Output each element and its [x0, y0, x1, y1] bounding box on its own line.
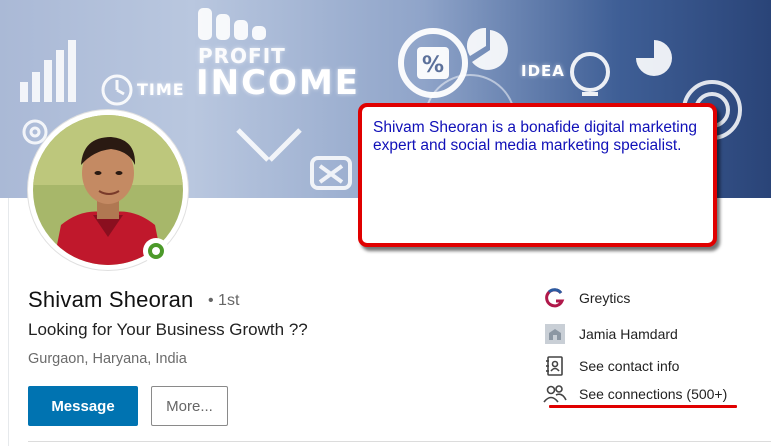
sidebar-item-label: See contact info [579, 358, 680, 374]
banner-word-income: INCOME [196, 63, 361, 103]
wrench-icon [236, 128, 302, 162]
message-button[interactable]: Message [28, 386, 138, 426]
sidebar-item-connections[interactable]: See connections (500+) [543, 382, 727, 406]
bar-chart-icon [20, 40, 76, 102]
greytics-logo-icon [543, 286, 567, 310]
profile-name: Shivam Sheoran [28, 287, 194, 312]
banner-word-time: TIME [137, 80, 185, 99]
online-status-indicator [143, 238, 169, 264]
sidebar-item-label: See connections (500+) [579, 386, 728, 402]
percent-symbol: % [422, 53, 444, 78]
section-divider [28, 441, 771, 442]
more-button[interactable]: More... [151, 386, 228, 426]
sidebar-item-company[interactable]: Greytics [543, 286, 630, 310]
profile-location: Gurgaon, Haryana, India [28, 351, 187, 367]
chat-bubble-icon [310, 156, 352, 190]
lightbulb-icon [570, 52, 610, 96]
people-icon [543, 382, 567, 406]
school-building-icon [543, 322, 567, 346]
annotation-callout: Shivam Sheoran is a bonafide digital mar… [358, 103, 717, 247]
pie-chart-small-icon [636, 40, 672, 76]
sidebar-item-contact-info[interactable]: See contact info [543, 354, 679, 378]
profile-headline: Looking for Your Business Growth ?? [28, 320, 308, 339]
pie-chart-icon [466, 27, 508, 70]
sidebar-item-label: Greytics [579, 290, 631, 306]
online-status-dot [148, 243, 164, 259]
contact-book-icon [543, 354, 567, 378]
column-chart-icon [198, 8, 266, 40]
connections-highlight-underline [549, 405, 737, 408]
annotation-text: Shivam Sheoran is a bonafide digital mar… [373, 119, 697, 154]
connection-degree: • 1st [208, 292, 240, 309]
percent-circle-icon: % [398, 28, 468, 98]
banner-word-idea: IDEA [521, 62, 565, 80]
sidebar-item-label: Jamia Hamdard [579, 326, 678, 342]
clock-icon [101, 74, 133, 106]
sidebar-item-school[interactable]: Jamia Hamdard [543, 322, 678, 346]
gear-icon [22, 119, 48, 145]
